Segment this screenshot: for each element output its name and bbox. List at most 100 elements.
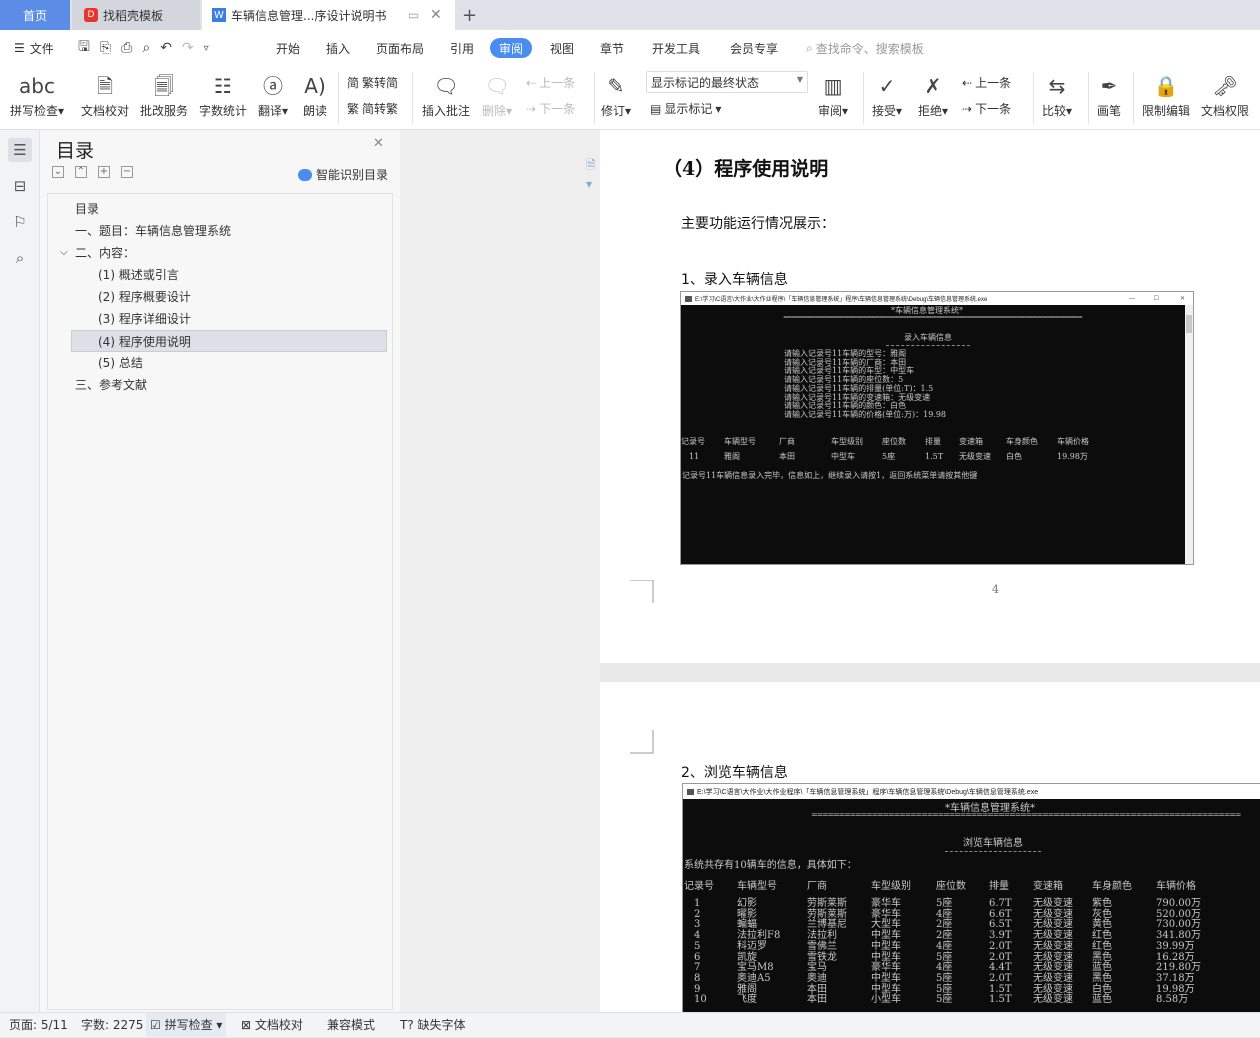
next-change-button[interactable]: ⇢ 下一条: [962, 100, 1011, 117]
translate-button[interactable]: ⓐ 翻译▾: [258, 70, 288, 119]
toc-item[interactable]: ⌵ 二、内容：: [48, 242, 388, 264]
console-cell: 科迈罗: [737, 940, 767, 952]
delete-comment-button[interactable]: 🗨 删除▾: [482, 70, 512, 119]
save-icon[interactable]: 🖫: [78, 36, 90, 60]
trad-to-simp-button[interactable]: 简繁转简: [347, 74, 398, 91]
print-icon[interactable]: ⎙: [121, 40, 132, 56]
toc-item[interactable]: 一、题目：车辆信息管理系统: [48, 220, 388, 242]
show-markup-button[interactable]: ▤ 显示标记 ▾: [650, 100, 721, 117]
console-screenshot-browse: E:\学习\C语言\大作业\大作业程序\「车辆信息管理系统」程序\车辆信息管理系…: [682, 783, 1260, 1023]
more-dropdown-icon[interactable]: ▿: [204, 43, 209, 54]
reject-button[interactable]: ✗ 拒绝▾: [918, 70, 948, 119]
console-subtitle: 录入车辆信息: [886, 332, 970, 346]
new-tab-button[interactable]: +: [462, 0, 477, 30]
close-icon[interactable]: ✕: [373, 136, 384, 151]
document-permission-button[interactable]: 🗝 文档权限: [1201, 70, 1249, 119]
prev-icon: ⇠: [526, 75, 537, 90]
redo-icon[interactable]: ↷: [182, 40, 194, 56]
toc-item[interactable]: 三、参考文献: [48, 374, 388, 396]
proofread-status[interactable]: ⊠ 文档校对: [241, 1013, 303, 1038]
menu-review[interactable]: 审阅: [490, 38, 533, 58]
console-cell: 奥迪: [807, 972, 827, 984]
undo-icon[interactable]: ↶: [160, 40, 172, 56]
correction-service-button[interactable]: 🗐 批改服务: [140, 70, 188, 119]
menu-member[interactable]: 会员专享: [730, 30, 778, 66]
menu-chapter[interactable]: 章节: [600, 30, 624, 66]
console-scrollbar[interactable]: [1185, 305, 1193, 564]
page-corner-mark: [630, 580, 654, 603]
menu-insert[interactable]: 插入: [326, 30, 350, 66]
toc-item-label: (3) 程序详细设计: [98, 312, 191, 326]
word-count[interactable]: 字数: 2275: [81, 1013, 143, 1038]
page-indicator[interactable]: 页面: 5/11: [9, 1013, 68, 1038]
console-titlebar: E:\学习\C语言\大作业\大作业程序\「车辆信息管理系统」程序\车辆信息管理系…: [681, 292, 1193, 305]
read-aloud-button[interactable]: A) 朗读: [303, 70, 327, 119]
page-corner-mark: [630, 730, 654, 754]
toc-panel: 目录 ✕ ⌄ ⌃ + − 智能识别目录 目录 一、题目：车辆信息管理系统 ⌵ 二、内容…: [40, 130, 400, 1012]
collapse-all-icon[interactable]: ⌄: [52, 166, 64, 178]
simp-to-trad-button[interactable]: 繁简转繁: [347, 100, 398, 117]
tab-label: 车辆信息管理...序设计说明书: [231, 8, 387, 23]
command-search[interactable]: ⌕ 查找命令、搜索模板: [806, 30, 924, 66]
markup-state-select[interactable]: 显示标记的最终状态 ▼: [646, 71, 808, 93]
compare-button[interactable]: ⇆ 比较▾: [1042, 70, 1072, 119]
review-pane-button[interactable]: ▥ 审阅▾: [818, 70, 848, 119]
maximize-icon[interactable]: ☐: [1154, 295, 1159, 302]
toc-item[interactable]: (5) 总结: [48, 352, 388, 374]
console-cell: 雅阁: [724, 452, 740, 461]
export-pdf-icon[interactable]: ⎘: [100, 40, 111, 56]
remove-level-icon[interactable]: −: [121, 166, 133, 178]
toc-item[interactable]: (1) 概述或引言: [48, 264, 388, 286]
toc-item[interactable]: (2) 程序概要设计: [48, 286, 388, 308]
toc-item[interactable]: (3) 程序详细设计: [48, 308, 388, 330]
prev-change-button[interactable]: ⇠ 上一条: [962, 74, 1011, 91]
tab-document[interactable]: W 车辆信息管理...序设计说明书 ▭ ✕: [202, 0, 455, 30]
spell-check-button[interactable]: abc 拼写检查▾: [10, 70, 64, 119]
menu-view[interactable]: 视图: [550, 30, 574, 66]
menu-bar: ☰ 文件 🖫 ⎘ ⎙ ⌕ ↶ ↷ ▿ 开始 插入 页面布局 引用 审阅 视图 章节 开发工具 …: [0, 30, 1260, 66]
console-app-icon: [685, 295, 692, 302]
proofread-button[interactable]: 🗎 文档校对: [81, 70, 129, 119]
search-icon[interactable]: ⌕: [8, 246, 32, 270]
pin-icon[interactable]: ▭: [408, 8, 419, 22]
file-menu[interactable]: ☰ 文件: [14, 30, 54, 66]
console-screenshot-add: E:\学习\C语言\大作业\大作业程序\「车辆信息管理系统」程序\车辆信息管理系…: [680, 291, 1194, 565]
insert-comment-button[interactable]: 🗨 插入批注: [422, 70, 470, 119]
restrict-editing-button[interactable]: 🔒 限制编辑: [1142, 70, 1190, 119]
chapter-nav-icon[interactable]: ⊟: [8, 174, 32, 198]
convert-icon: 繁: [347, 102, 360, 116]
word-count-button[interactable]: ☷ 字数统计: [199, 70, 247, 119]
menu-start[interactable]: 开始: [276, 30, 300, 66]
toc-icon[interactable]: ☰: [8, 138, 32, 162]
smart-toc-button[interactable]: 智能识别目录: [298, 166, 388, 183]
add-level-icon[interactable]: +: [98, 166, 110, 178]
scroll-thumb[interactable]: [1186, 315, 1192, 333]
label: 文档权限: [1201, 104, 1250, 118]
toc-item[interactable]: (4) 程序使用说明: [71, 330, 387, 352]
expand-up-icon[interactable]: ⌃: [75, 166, 87, 178]
close-icon[interactable]: ✕: [1180, 295, 1185, 302]
tab-template[interactable]: D 找稻壳模板: [72, 0, 200, 30]
accept-button[interactable]: ✓ 接受▾: [872, 70, 902, 119]
print-preview-icon[interactable]: ⌕: [142, 40, 150, 56]
bookmark-icon[interactable]: ⚐: [8, 210, 32, 234]
prev-comment-button[interactable]: ⇠ 上一条: [526, 74, 575, 91]
correction-icon: 🗐: [154, 74, 174, 98]
search-placeholder: 查找命令、搜索模板: [815, 41, 924, 56]
tab-home[interactable]: 首页: [0, 0, 70, 30]
chevron-down-icon[interactable]: ⌵: [60, 242, 68, 264]
missing-font-button[interactable]: T? 缺失字体: [400, 1013, 466, 1038]
pen-button[interactable]: ✒ 画笔: [1097, 70, 1121, 119]
menu-developer[interactable]: 开发工具: [652, 30, 700, 66]
page-nav-icon[interactable]: 🗎▾: [586, 156, 600, 191]
minimize-icon[interactable]: —: [1129, 296, 1135, 302]
menu-layout[interactable]: 页面布局: [376, 30, 424, 66]
track-changes-button[interactable]: ✎ 修订▾: [601, 70, 631, 119]
next-comment-button[interactable]: ⇢ 下一条: [526, 100, 575, 117]
toc-item[interactable]: 目录: [48, 198, 388, 220]
spell-check-status[interactable]: ☑ 拼写检查 ▾: [146, 1013, 227, 1038]
menu-references[interactable]: 引用: [450, 30, 474, 66]
console-column-header: 厂商: [807, 881, 827, 892]
console-column-header: 记录号: [684, 881, 714, 892]
close-tab-icon[interactable]: ✕: [430, 7, 442, 23]
